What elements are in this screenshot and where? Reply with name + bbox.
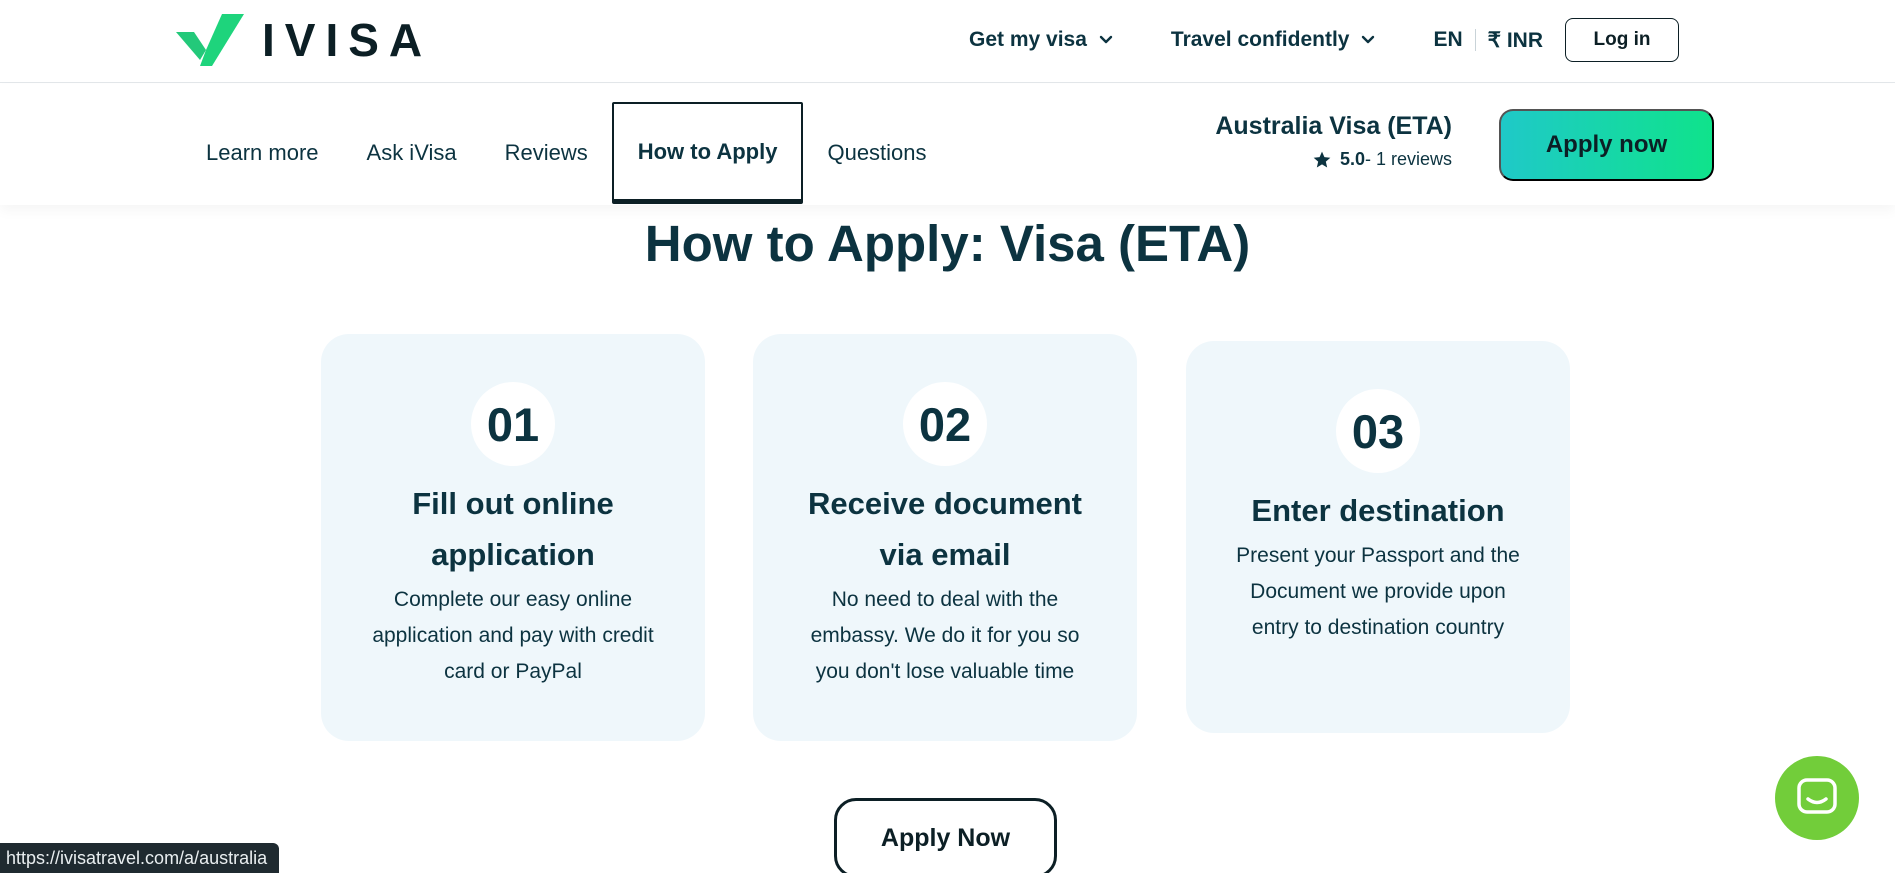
page-title: How to Apply: Visa (ETA) [644,215,1251,272]
chat-launcher[interactable] [1775,756,1859,840]
product-name: Australia Visa (ETA) [1215,112,1452,140]
tab-reviews[interactable]: Reviews [481,102,612,204]
chevron-down-icon [1362,35,1375,44]
sub-nav: Learn more Ask iVisa Reviews How to Appl… [0,84,1895,205]
ivisa-logo[interactable]: IVISA [176,14,432,66]
ivisa-logo-mark-icon [176,14,244,66]
apply-now-bottom-button[interactable]: Apply Now [834,798,1057,873]
get-my-visa-menu[interactable]: Get my visa [969,28,1113,52]
step-number: 03 [1336,389,1420,473]
chevron-down-icon [1099,35,1113,44]
login-button[interactable]: Log in [1565,18,1679,62]
step-card: 03 Enter destination Present your Passpo… [1186,341,1570,733]
top-nav: Get my visa Travel confidently EN ₹ INR [969,18,1543,62]
rating-count: - 1 reviews [1364,149,1452,169]
section-tabs: Learn more Ask iVisa Reviews How to Appl… [182,102,951,204]
step-card: 01 Fill out online application Complete … [321,334,705,741]
tab-how-to-apply[interactable]: How to Apply [611,102,804,204]
step-description: Present your Passport and the Document w… [1236,544,1520,639]
currency-selector[interactable]: ₹ INR [1488,28,1543,53]
get-my-visa-label: Get my visa [969,28,1087,51]
divider [1474,29,1476,51]
step-number: 01 [471,382,555,466]
status-bar-url: https://ivisatravel.com/a/australia [0,843,280,873]
step-title: Fill out online application [412,486,614,572]
step-number: 02 [903,382,987,466]
step-description: Complete our easy online application and… [372,588,654,683]
star-icon [1313,151,1331,167]
top-header: IVISA Get my visa Travel confidently EN … [0,0,1895,83]
language-selector[interactable]: EN [1433,28,1462,52]
product-summary: Australia Visa (ETA) 5.0 - 1 reviews [1200,112,1452,170]
step-card: 02 Receive document via email No need to… [753,334,1137,741]
travel-confidently-label: Travel confidently [1170,28,1350,51]
product-rating[interactable]: 5.0 - 1 reviews [1200,149,1452,170]
step-title: Enter destination [1251,493,1505,528]
travel-confidently-menu[interactable]: Travel confidently [1171,28,1376,52]
tab-learn-more[interactable]: Learn more [182,102,343,204]
chat-bubble-icon [1797,778,1837,814]
step-description: No need to deal with the embassy. We do … [810,588,1080,683]
apply-now-button[interactable]: Apply now [1499,109,1714,181]
tab-ask-ivisa[interactable]: Ask iVisa [343,102,481,204]
step-title: Receive document via email [808,486,1082,572]
tab-questions[interactable]: Questions [803,102,950,204]
logo-text: IVISA [262,14,433,66]
rating-value: 5.0 [1339,149,1365,169]
